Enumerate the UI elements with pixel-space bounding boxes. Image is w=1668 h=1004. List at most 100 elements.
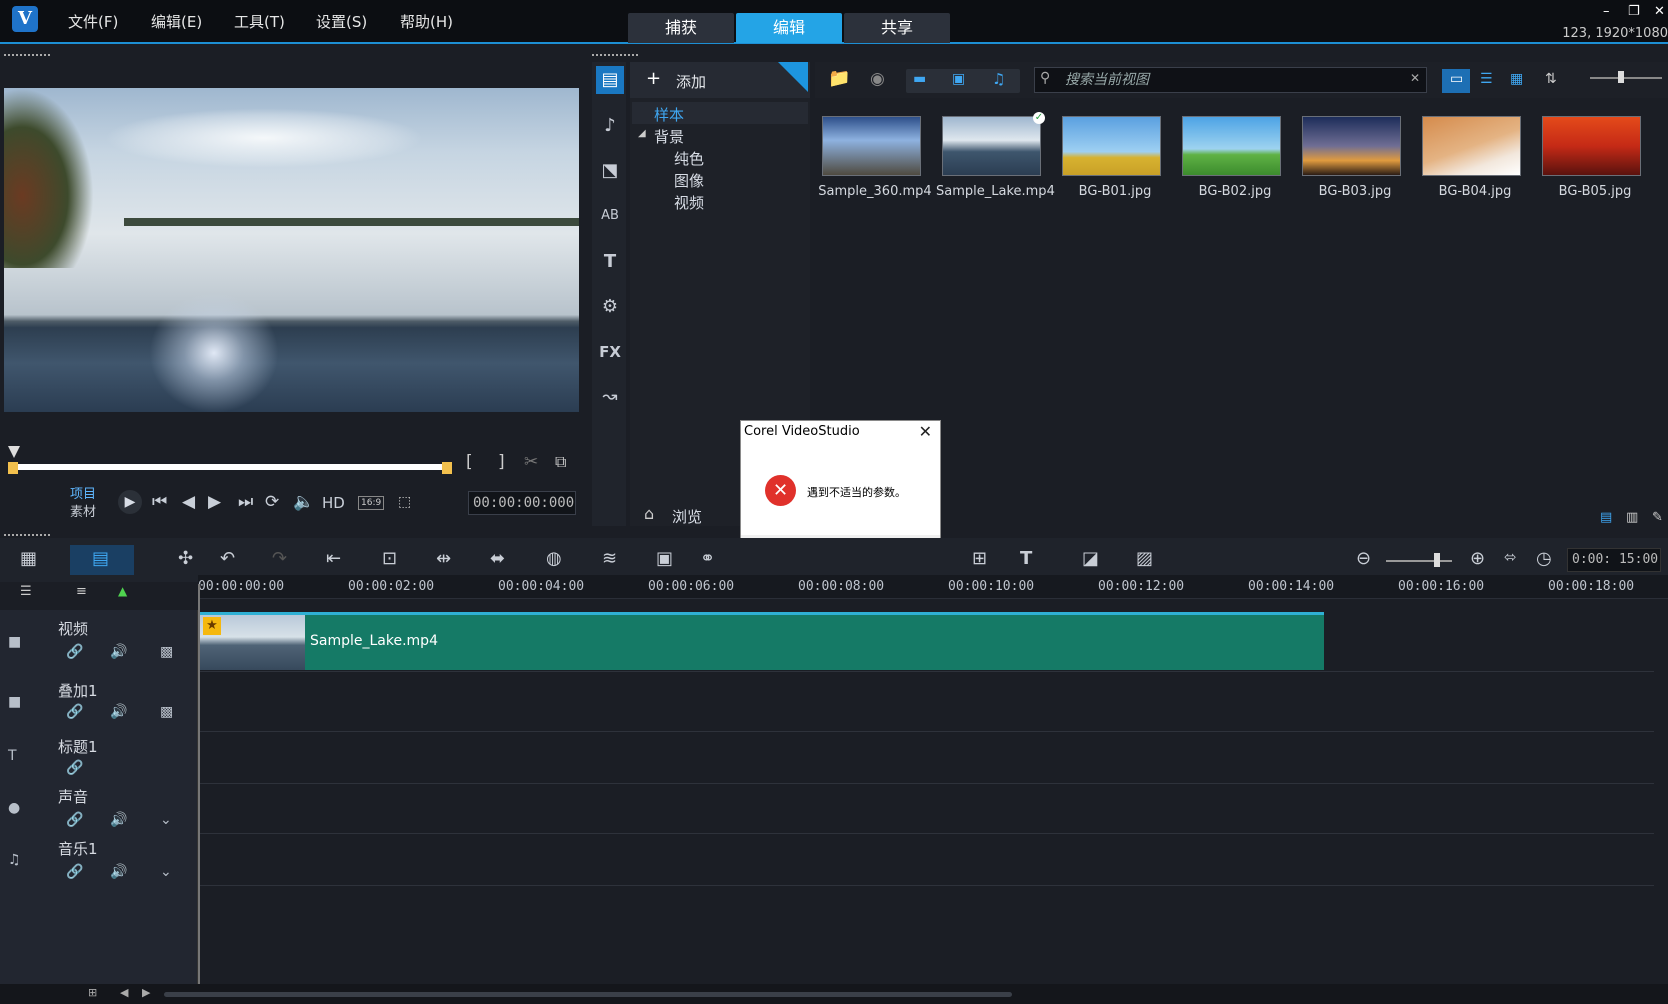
gallery-item[interactable]: ✓ Sample_Lake.mp4 [936,112,1055,204]
browse-icon[interactable]: ⌂ [644,504,654,523]
motion-icon[interactable]: ⊞ [972,548,987,569]
prev-frame-button[interactable]: ◀ [182,492,195,512]
chevron-down-icon[interactable]: ⌄ [160,864,172,880]
media-icon[interactable]: ▤ [596,66,624,94]
zoom-in-icon[interactable]: ⊕ [1470,548,1485,569]
track-volume-icon[interactable]: 🔊 [110,704,127,720]
resize-icon[interactable]: ⬚ [398,494,411,510]
scroll-left-icon[interactable]: ◀ [120,986,128,999]
tree-item-image[interactable]: 图像 [674,170,704,191]
sort-icon[interactable]: ⇅ [1545,71,1557,87]
track-lane-overlay[interactable] [198,672,1654,732]
menu-edit[interactable]: 编辑(E) [151,11,202,32]
zoom-knob[interactable] [1434,553,1440,567]
graphics-icon[interactable]: ⚙ [596,293,624,321]
add-button[interactable]: 添加 [676,71,706,92]
tab-edit[interactable]: 编辑 [736,13,842,43]
repeat-button[interactable]: ⟳ [265,492,279,512]
close-icon[interactable]: ✕ [1654,4,1665,19]
play-button[interactable]: ▶ [118,490,142,514]
restore-icon[interactable]: ❐ [1628,4,1640,19]
menu-help[interactable]: 帮助(H) [400,11,453,32]
list-view-icon[interactable]: ☰ [1480,71,1493,87]
chevron-down-icon[interactable]: ⌄ [160,812,172,828]
hd-button[interactable]: HD [322,494,345,512]
track-lane-voice[interactable] [198,784,1654,834]
mode-project[interactable]: 项目 [70,483,96,502]
refresh-icon[interactable]: ◉ [870,69,885,89]
timeline-clip[interactable]: ★ Sample_Lake.mp4 [200,612,1324,670]
redo-icon[interactable]: ↷ [272,548,287,569]
gallery-item[interactable]: BG-B04.jpg [1416,112,1534,204]
tree-item-sample[interactable]: 样本 [654,104,684,125]
next-frame-button[interactable]: ▶ [208,492,221,512]
minimize-icon[interactable]: – [1603,4,1610,19]
scroll-right-icon[interactable]: ▶ [142,986,150,999]
path-icon[interactable]: ↝ [596,383,624,411]
link-icon[interactable]: 🔗 [66,760,83,776]
tab-share[interactable]: 共享 [844,13,950,43]
audio-filter-icon[interactable]: ♫ [992,70,1005,88]
3d-title-icon[interactable]: T [1020,548,1032,569]
toolbox-icon[interactable]: ✣ [178,548,193,569]
mark-out-button[interactable]: ] [498,452,505,472]
clear-search-icon[interactable]: ✕ [1410,71,1420,85]
project-duration[interactable]: 0:00: 15:00 [1567,548,1661,572]
text-icon[interactable]: T [596,248,624,276]
aspect-ratio-button[interactable]: 16:9 [358,496,385,510]
subtitle-icon[interactable]: ▣ [656,548,673,569]
transition-icon[interactable]: ⬔ [596,157,624,185]
multicam-icon[interactable]: ⚭ [700,548,715,569]
track-volume-icon[interactable]: 🔊 [110,864,127,880]
audio-wave-icon[interactable]: ≋ [602,548,617,569]
mode-clip[interactable]: 素材 [70,501,96,520]
add-chapter-icon[interactable]: ≡ [76,584,87,599]
link-icon[interactable]: 🔗 [66,644,83,660]
enlarge-icon[interactable]: ⧉ [555,452,566,472]
tree-item-video[interactable]: 视频 [674,192,704,213]
trim-out-handle[interactable] [442,462,452,474]
gallery-item[interactable]: BG-B01.jpg [1056,112,1174,204]
panel-layout-icon[interactable]: ▥ [1626,510,1638,525]
player-timecode[interactable]: 00:00:00:000 [468,491,576,515]
search-input[interactable]: 搜索当前视图 [1034,67,1427,93]
link-icon[interactable]: 🔗 [66,864,83,880]
crop-icon[interactable]: ⊡ [382,548,397,569]
timeline-fit-icon[interactable]: ⊞ [88,986,97,999]
panel-grip[interactable] [4,54,50,57]
thumb-size-knob[interactable] [1618,71,1624,83]
link-icon[interactable]: 🔗 [66,812,83,828]
scissors-icon[interactable]: ✂ [524,452,538,472]
gallery-item[interactable]: BG-B03.jpg [1296,112,1414,204]
track-lane-music[interactable] [198,834,1654,886]
gallery-item[interactable]: Sample_360.mp4 [816,112,934,204]
gallery-item[interactable]: BG-B02.jpg [1176,112,1294,204]
plus-icon[interactable]: + [646,68,661,89]
color-icon[interactable]: ◍ [546,548,562,569]
grid-view-icon[interactable]: ▦ [1510,71,1523,87]
track-manager-icon[interactable]: ☰ [20,584,32,599]
playhead-marker[interactable] [8,446,20,458]
title-icon-ab[interactable]: AB [596,202,624,230]
expand-icon[interactable]: ◢ [638,128,646,139]
stretch-icon[interactable]: ⬌ [490,548,505,569]
menu-settings[interactable]: 设置(S) [316,11,367,32]
volume-icon[interactable]: 🔈 [293,492,314,512]
photo-filter-icon[interactable]: ▣ [952,71,965,87]
video-filter-icon[interactable]: ▬ [913,71,926,87]
split-icon[interactable]: ⇹ [436,548,451,569]
timeline-grip[interactable] [4,534,50,537]
fit-icon[interactable]: ⇤ [326,548,341,569]
horizontal-scrollbar[interactable] [164,992,1012,997]
fit-project-icon[interactable]: ⬄ [1504,548,1517,566]
tab-capture[interactable]: 捕获 [628,13,734,43]
fx-icon[interactable]: FX [596,338,624,366]
chapter-marker-icon[interactable]: ▲ [118,584,127,598]
tree-item-solid[interactable]: 纯色 [674,148,704,169]
track-volume-icon[interactable]: 🔊 [110,812,127,828]
zoom-slider[interactable] [1386,560,1452,562]
dialog-close-icon[interactable]: ✕ [919,422,932,441]
gallery-item[interactable]: BG-B05.jpg [1536,112,1654,204]
storyboard-view-icon[interactable]: ▦ [20,548,37,569]
folder-add-icon[interactable]: 📁 [828,68,850,89]
